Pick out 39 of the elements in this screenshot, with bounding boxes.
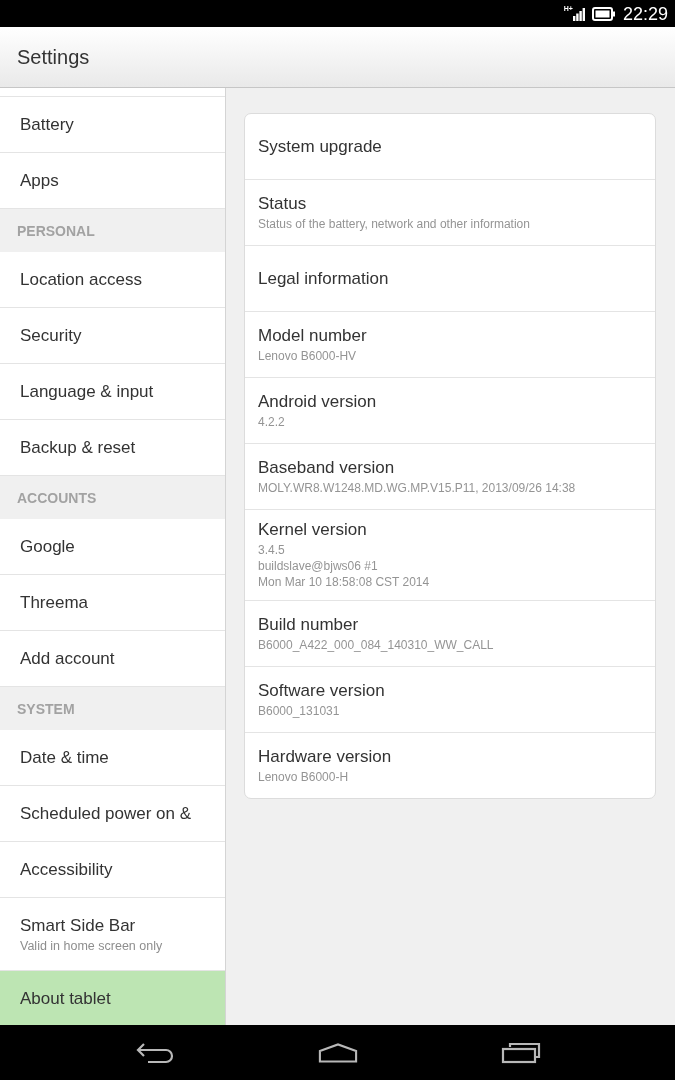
detail-row[interactable]: Model number Lenovo B6000-HV: [245, 312, 655, 378]
detail-title: Baseband version: [258, 457, 396, 478]
item-summary: Valid in home screen only: [20, 938, 164, 953]
detail-summary: Status of the battery, network and other information: [258, 215, 531, 232]
detail-summary: B6000_131031: [258, 702, 341, 719]
recent-apps-icon[interactable]: [500, 1041, 541, 1064]
detail-title: Kernel version: [258, 520, 368, 540]
detail-title: Hardware version: [258, 746, 393, 767]
screen-title: Settings: [17, 45, 90, 69]
detail-title: Model number: [258, 325, 368, 346]
section-header: SYSTEM: [0, 687, 225, 730]
detail-summary: B6000_A422_000_084_140310_WW_CALL: [258, 636, 495, 653]
detail-summary: Lenovo B6000-HV: [258, 347, 358, 364]
detail-summary: 4.2.2: [258, 413, 286, 430]
sidebar-item[interactable]: About tablet: [0, 971, 225, 1025]
detail-row[interactable]: Kernel version 3.4.5 buildslave@bjws06 #1 Mon Mar 10 18:58:08 CST 2014: [245, 510, 655, 601]
battery-icon: [591, 6, 615, 21]
item-title: Smart Side Bar: [20, 915, 137, 936]
detail-row[interactable]: System upgrade: [245, 114, 655, 180]
detail-title: Software version: [258, 680, 386, 701]
detail-row[interactable]: Hardware version Lenovo B6000-H: [245, 733, 655, 798]
clock-time: 22:29: [622, 3, 668, 24]
section-header: PERSONAL: [0, 209, 225, 252]
detail-row[interactable]: Android version 4.2.2: [245, 378, 655, 444]
detail-summary: MOLY.WR8.W1248.MD.WG.MP.V15.P11, 2013/09/26 14:38: [258, 479, 577, 496]
home-icon[interactable]: [317, 1041, 358, 1064]
section-header: ACCOUNTS: [0, 476, 225, 519]
detail-row[interactable]: Baseband version MOLY.WR8.W1248.MD.WG.MP.V15.P11, 2013/09/26 14:38: [245, 444, 655, 510]
detail-title: Android version: [258, 391, 378, 412]
detail-row[interactable]: Status Status of the battery, network and other information: [245, 180, 655, 246]
detail-row[interactable]: Legal information: [245, 246, 655, 312]
detail-row[interactable]: Build number B6000_A422_000_084_140310_WW_CALL: [245, 601, 655, 667]
detail-summary: 3.4.5 buildslave@bjws06 #1 Mon Mar 10 18:58:08 CST 2014: [258, 542, 431, 590]
detail-title: Build number: [258, 614, 360, 635]
detail-row[interactable]: Software version B6000_131031: [245, 667, 655, 733]
detail-title: Status: [258, 193, 308, 214]
back-icon[interactable]: [135, 1041, 174, 1064]
detail-summary: Lenovo B6000-H: [258, 768, 350, 785]
signal-icon: [572, 7, 585, 21]
